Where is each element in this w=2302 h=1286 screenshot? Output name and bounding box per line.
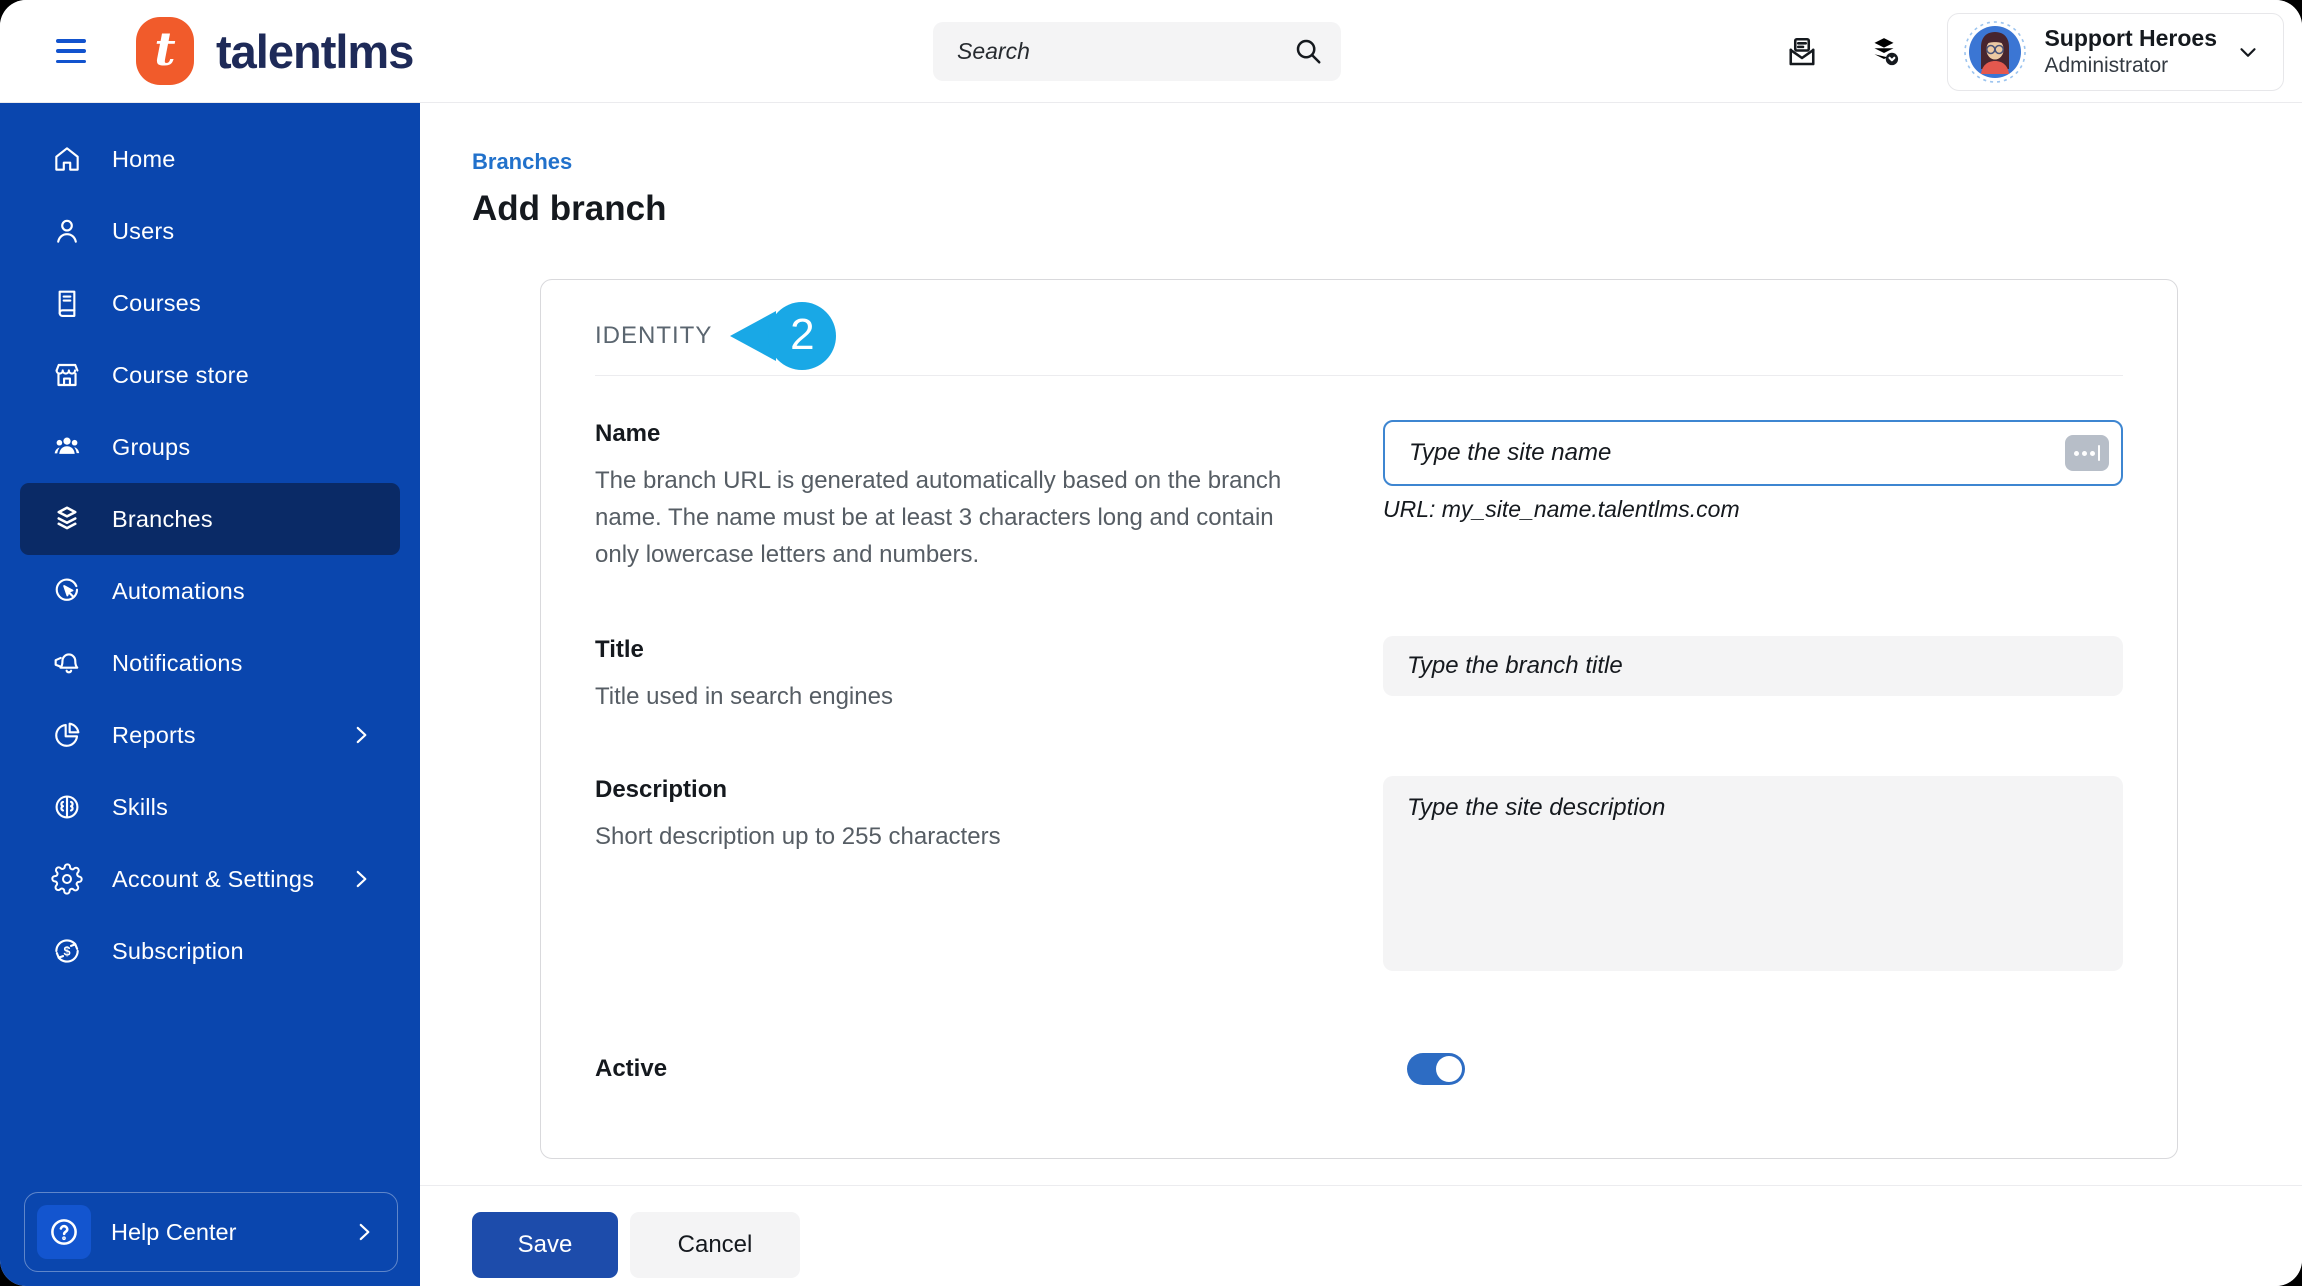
sidebar-item-course-store[interactable]: Course store	[20, 339, 400, 411]
active-toggle[interactable]	[1407, 1053, 1465, 1085]
sidebar-item-users[interactable]: Users	[20, 195, 400, 267]
sidebar-item-home[interactable]: Home	[20, 123, 400, 195]
search-input[interactable]	[933, 22, 1341, 81]
sidebar-item-label: Groups	[112, 433, 191, 460]
top-right-controls: Support Heroes Administrator	[1783, 0, 2284, 103]
active-field-row: Active	[595, 1046, 2123, 1158]
svg-text:$: $	[63, 945, 70, 959]
identity-section-header: IDENTITY 2	[595, 302, 2123, 370]
site-name-input[interactable]	[1383, 420, 2123, 486]
sidebar-item-label: Branches	[112, 505, 213, 532]
renew-dollar-icon: $	[50, 934, 84, 968]
avatar	[1964, 20, 2027, 83]
group-icon	[50, 430, 84, 464]
save-button[interactable]: Save	[472, 1212, 618, 1278]
form-actions: Save Cancel	[472, 1212, 2302, 1278]
app-window: t talentlms Search Support Heroes Admini…	[0, 0, 2302, 1286]
main-content: Branches Add branch IDENTITY 2 Name The …	[420, 103, 2302, 1286]
breadcrumb-branches-link[interactable]: Branches	[472, 149, 572, 175]
user-role: Administrator	[2044, 53, 2169, 77]
question-circle-icon	[37, 1205, 91, 1259]
sidebar-item-automations[interactable]: Automations	[20, 555, 400, 627]
chevron-down-icon	[2240, 47, 2256, 57]
sidebar-item-groups[interactable]: Groups	[20, 411, 400, 483]
storefront-icon	[50, 358, 84, 392]
book-icon	[50, 286, 84, 320]
title-field-row: Title Title used in search engines	[595, 636, 2123, 776]
pie-chart-icon	[50, 718, 84, 752]
sidebar-item-branches[interactable]: Branches	[20, 483, 400, 555]
description-field-row: Description Short description up to 255 …	[595, 776, 2123, 976]
text-cursor-icon	[2065, 435, 2109, 471]
sidebar-item-courses[interactable]: Courses	[20, 267, 400, 339]
search-icon[interactable]	[1293, 36, 1323, 71]
user-icon	[50, 214, 84, 248]
help-center-label: Help Center	[111, 1218, 237, 1245]
description-label: Description	[595, 776, 728, 803]
help-center-button[interactable]: Help Center	[24, 1192, 398, 1272]
top-bar: t talentlms Search Support Heroes Admini…	[0, 0, 2302, 103]
search-box	[933, 22, 1341, 81]
identity-card: IDENTITY 2 Name The branch URL is genera…	[540, 279, 2178, 1159]
automation-icon	[50, 574, 84, 608]
name-label: Name	[595, 420, 661, 447]
brand-wordmark: talentlms	[216, 24, 414, 78]
gear-icon	[50, 862, 84, 896]
cancel-button[interactable]: Cancel	[630, 1212, 800, 1278]
section-divider	[595, 375, 2123, 376]
sidebar-item-label: Courses	[112, 289, 201, 316]
name-field-row: Name The branch URL is generated automat…	[595, 420, 2123, 636]
sidebar-item-label: Skills	[112, 793, 169, 820]
page-title: Add branch	[472, 189, 667, 228]
inbox-message-icon[interactable]	[1783, 33, 1821, 71]
sidebar-item-notifications[interactable]: Notifications	[20, 627, 400, 699]
talentlms-logo-icon[interactable]: t	[136, 17, 194, 85]
sidebar-item-label: Notifications	[112, 649, 243, 676]
sidebar-item-label: Home	[112, 145, 176, 172]
user-profile-menu[interactable]: Support Heroes Administrator	[1947, 12, 2284, 91]
title-description: Title used in search engines	[595, 683, 893, 710]
sidebar-item-label: Reports	[112, 721, 196, 748]
callout-number: 2	[768, 302, 837, 370]
url-helper-text: URL: my_site_name.talentlms.com	[1383, 496, 1740, 522]
name-description: The branch URL is generated automaticall…	[595, 467, 1282, 568]
sidebar-item-label: Account & Settings	[112, 865, 315, 892]
branch-switcher-icon[interactable]	[1865, 33, 1903, 71]
brain-icon	[50, 790, 84, 824]
chevron-right-icon	[351, 1219, 377, 1245]
branch-title-input[interactable]	[1383, 636, 2123, 696]
sidebar-item-label: Subscription	[112, 937, 244, 964]
bell-icon	[50, 646, 84, 680]
sidebar-item-label: Automations	[112, 577, 245, 604]
sidebar-item-reports[interactable]: Reports	[20, 699, 400, 771]
sidebar-item-skills[interactable]: Skills	[20, 771, 400, 843]
toggle-knob	[1436, 1056, 1462, 1082]
active-label: Active	[595, 1055, 668, 1082]
sidebar-item-label: Users	[112, 217, 175, 244]
identity-section-title: IDENTITY	[595, 322, 713, 349]
hamburger-menu-icon[interactable]	[56, 39, 86, 63]
site-description-textarea[interactable]	[1383, 776, 2123, 971]
title-label: Title	[595, 636, 644, 663]
step-2-callout: 2	[730, 302, 837, 370]
footer-divider	[420, 1185, 2302, 1186]
sidebar-item-account-settings[interactable]: Account & Settings	[20, 843, 400, 915]
user-name: Support Heroes	[2044, 25, 2217, 51]
description-description: Short description up to 255 characters	[595, 823, 1001, 850]
layers-icon	[50, 502, 84, 536]
sidebar-item-label: Course store	[112, 361, 249, 388]
home-icon	[50, 142, 84, 176]
user-identity: Support Heroes Administrator	[2044, 24, 2217, 79]
sidebar-nav: Home Users Courses Course store Groups B…	[0, 103, 420, 1286]
sidebar-item-subscription[interactable]: $ Subscription	[20, 915, 400, 987]
chevron-right-icon	[348, 722, 374, 748]
chevron-right-icon	[348, 866, 374, 892]
